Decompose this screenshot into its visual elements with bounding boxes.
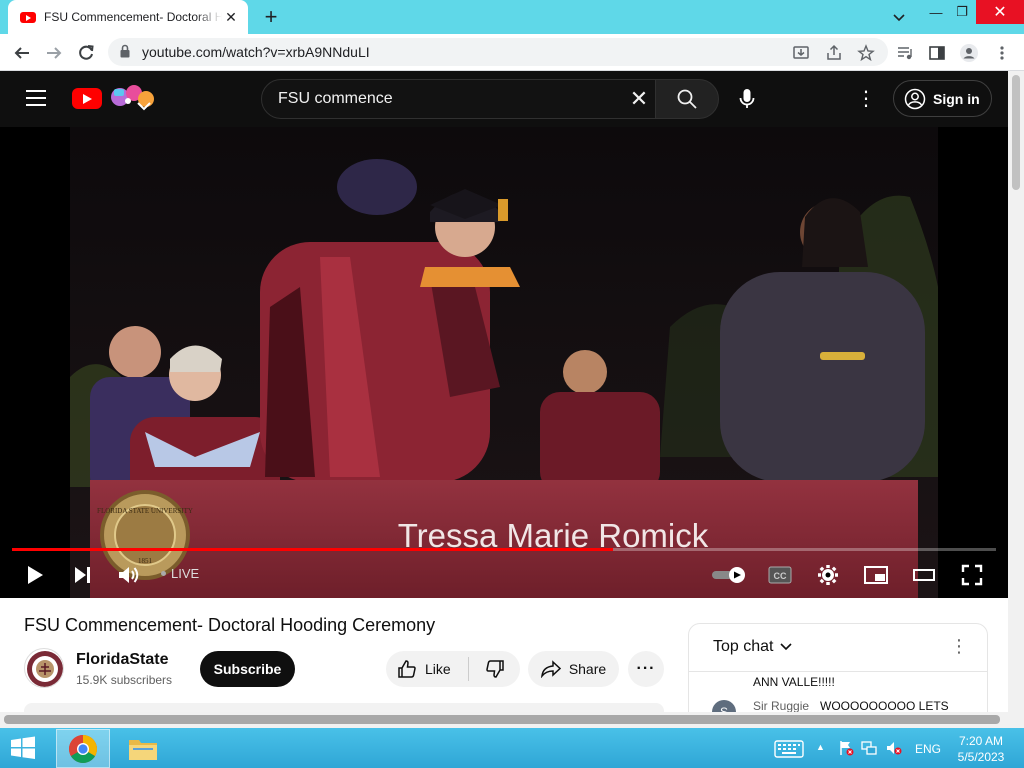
progress-fill <box>12 548 614 551</box>
clock-date: 5/5/2023 <box>957 750 1005 764</box>
network-icon[interactable] <box>861 740 877 756</box>
microphone-icon <box>739 89 755 108</box>
voice-search-button[interactable] <box>730 79 764 119</box>
media-controls-icon[interactable] <box>894 42 916 64</box>
channel-avatar[interactable] <box>24 648 64 688</box>
folder-icon <box>129 739 157 760</box>
mute-button[interactable] <box>116 562 142 588</box>
back-arrow-icon[interactable] <box>11 42 33 64</box>
input-language[interactable]: ENG <box>915 742 941 756</box>
dislike-button[interactable] <box>480 651 510 687</box>
subscribe-button[interactable]: Subscribe <box>200 651 295 687</box>
sign-in-label: Sign in <box>933 90 980 107</box>
lock-icon[interactable] <box>120 44 130 58</box>
next-button[interactable] <box>69 562 95 588</box>
like-divider <box>468 657 469 681</box>
youtube-doodle-icon[interactable] <box>108 83 158 111</box>
action-center-flag-icon[interactable] <box>838 740 854 756</box>
windows-logo-icon <box>11 736 35 759</box>
chat-message-text: WOOOOOOOOO LETS <box>820 699 949 713</box>
share-page-icon[interactable] <box>823 42 845 64</box>
miniplayer-button[interactable] <box>862 562 890 588</box>
vertical-scroll-thumb[interactable] <box>1012 75 1020 190</box>
url-text[interactable]: youtube.com/watch?v=xrbA9NNduLI <box>142 44 370 60</box>
captions-button[interactable]: CC <box>766 562 794 588</box>
taskbar-file-explorer[interactable] <box>118 729 168 768</box>
seal-text: FLORIDA STATE UNIVERSITY <box>97 507 193 515</box>
channel-name[interactable]: FloridaState <box>76 651 168 669</box>
bookmark-star-icon[interactable] <box>855 42 877 64</box>
play-icon <box>28 566 43 584</box>
settings-gear-icon <box>818 565 838 585</box>
play-button[interactable] <box>22 562 48 588</box>
svg-text:CC: CC <box>774 571 787 581</box>
youtube-favicon-icon <box>20 11 36 23</box>
clock-time: 7:20 AM <box>958 734 1004 748</box>
hamburger-menu-icon[interactable] <box>26 90 46 106</box>
share-label: Share <box>568 661 607 677</box>
chat-menu-icon[interactable]: ⋮ <box>950 636 968 660</box>
video-title: FSU Commencement- Doctoral Hooding Cerem… <box>24 615 436 635</box>
share-button[interactable]: Share <box>528 651 619 687</box>
side-panel-icon[interactable] <box>926 42 948 64</box>
chat-mode-dropdown[interactable]: Top chat <box>713 638 793 656</box>
account-icon <box>904 88 926 109</box>
theater-mode-icon <box>913 569 935 581</box>
volume-icon <box>119 567 139 583</box>
ceremony-scene-image: FLORIDA STATE UNIVERSITY 1851 Tressa Mar… <box>70 127 938 598</box>
fullscreen-button[interactable] <box>958 562 986 588</box>
subscriber-count: 15.9K subscribers <box>76 673 173 687</box>
sign-in-button[interactable]: Sign in <box>893 80 992 117</box>
live-label: LIVE <box>171 566 200 581</box>
youtube-logo-icon[interactable] <box>72 88 102 109</box>
tab-search-chevron-icon[interactable] <box>888 6 910 28</box>
touch-keyboard-icon[interactable] <box>774 740 804 758</box>
restore-button[interactable]: ❐ <box>945 0 979 24</box>
taskbar-clock[interactable]: 7:20 AM 5/5/2023 <box>950 733 1012 765</box>
autoplay-toggle[interactable] <box>711 562 747 588</box>
reload-icon[interactable] <box>75 42 97 64</box>
skip-next-icon <box>75 567 90 583</box>
like-button[interactable]: Like <box>397 651 451 687</box>
browser-tab[interactable]: FSU Commencement- Doctoral Hooding Cerem… <box>8 0 248 34</box>
live-indicator[interactable]: LIVE <box>161 566 199 581</box>
search-icon <box>677 89 697 109</box>
fsu-seal-icon <box>27 651 63 687</box>
autoplay-toggle-icon <box>712 567 745 583</box>
like-label: Like <box>425 661 451 677</box>
miniplayer-icon <box>864 566 888 584</box>
clear-search-icon[interactable]: ✕ <box>626 86 652 112</box>
start-button[interactable] <box>6 733 40 763</box>
chevron-down-icon <box>780 643 793 651</box>
tab-title: FSU Commencement- Doctoral Hooding Cerem… <box>44 10 222 24</box>
theater-mode-button[interactable] <box>910 562 938 588</box>
more-actions-button[interactable]: ··· <box>628 651 664 687</box>
chrome-menu-icon[interactable] <box>991 42 1013 64</box>
show-hidden-icons-arrow-icon[interactable]: ▲ <box>816 742 825 752</box>
thumbs-up-icon <box>398 660 416 678</box>
tab-close-icon[interactable]: ✕ <box>222 9 240 26</box>
chrome-icon <box>69 734 97 763</box>
chat-message-text: ANN VALLE!!!!! <box>753 675 835 689</box>
video-frame[interactable]: FLORIDA STATE UNIVERSITY 1851 Tressa Mar… <box>70 127 938 598</box>
settings-button[interactable] <box>814 562 842 588</box>
thumbs-down-icon <box>486 660 504 678</box>
forward-arrow-icon[interactable] <box>43 42 65 64</box>
install-app-icon[interactable] <box>790 42 812 64</box>
new-tab-button[interactable]: + <box>258 4 284 30</box>
horizontal-scroll-thumb[interactable] <box>4 715 1000 724</box>
volume-muted-icon[interactable] <box>886 740 902 756</box>
fullscreen-icon <box>961 564 983 586</box>
taskbar-chrome[interactable] <box>56 729 110 768</box>
chat-author-name[interactable]: Sir Ruggie <box>753 699 809 713</box>
closed-captions-icon: CC <box>768 566 792 584</box>
share-arrow-icon <box>540 660 561 678</box>
profile-avatar-icon[interactable] <box>958 42 980 64</box>
live-dot-icon <box>161 571 166 576</box>
search-query-text[interactable]: FSU commence <box>278 90 393 108</box>
search-button[interactable] <box>655 79 719 119</box>
close-window-button[interactable]: ✕ <box>976 0 1024 24</box>
chat-title: Top chat <box>713 638 774 655</box>
settings-more-icon[interactable]: ⋮ <box>856 86 876 112</box>
